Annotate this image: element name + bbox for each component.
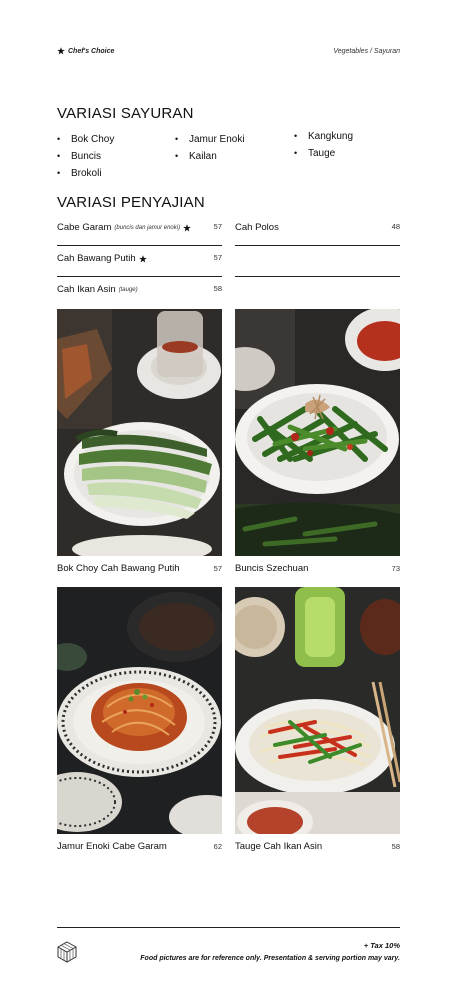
buncis-szechuan-photo [235, 309, 400, 556]
preparation-row: Cah Bawang Putih 57 [57, 246, 222, 277]
chefs-choice-label: Chef's Choice [57, 47, 114, 55]
menu-category: Vegetables / Sayuran [333, 48, 400, 55]
dish-name: Buncis Szechuan [235, 563, 309, 574]
preparation-row-empty [235, 246, 400, 277]
chefs-choice-text: Chef's Choice [68, 47, 115, 55]
list-item: Kangkung [294, 128, 353, 145]
list-item: Brokoli [57, 165, 114, 182]
jamur-enoki-photo [57, 587, 222, 834]
footer-divider [57, 927, 400, 928]
list-item: Buncis [57, 148, 114, 165]
preparations-section-title: VARIASI PENYAJIAN [57, 194, 205, 211]
bok-choy-photo [57, 309, 222, 556]
star-icon [57, 47, 65, 55]
dish-name: Jamur Enoki Cabe Garam [57, 841, 167, 852]
preparation-price: 57 [213, 222, 222, 231]
preparation-name: Cah Polos [235, 222, 279, 233]
dish-name: Tauge Cah Ikan Asin [235, 841, 323, 852]
dish-caption: Bok Choy Cah Bawang Putih 57 [57, 563, 222, 577]
dish-price: 57 [213, 564, 222, 573]
vegetable-list-column-1: Bok Choy Buncis Brokoli [57, 131, 114, 182]
list-item: Jamur Enoki [175, 131, 245, 148]
list-item: Kailan [175, 148, 245, 165]
star-icon [138, 254, 147, 263]
preparation-row: Cah Ikan Asin (tauge) 58 [57, 277, 222, 308]
preparation-name: Cabe Garam [57, 222, 112, 233]
preparation-row: Cabe Garam (buncis dan jamur enoki) 57 [57, 215, 222, 246]
dish-name: Bok Choy Cah Bawang Putih [57, 563, 180, 574]
dish-price: 58 [391, 842, 400, 851]
preparation-price: 48 [391, 222, 400, 231]
preparation-list-right: Cah Polos 48 [235, 215, 400, 277]
tauge-cah-ikan-asin-photo [235, 587, 400, 834]
dish-price: 73 [391, 564, 400, 573]
preparation-note: (buncis dan jamur enoki) [114, 224, 181, 231]
preparation-name: Cah Ikan Asin [57, 284, 116, 295]
disclaimer-note: Food pictures are for reference only. Pr… [140, 955, 400, 962]
dish-caption: Jamur Enoki Cabe Garam 62 [57, 841, 222, 855]
hexagon-cube-logo-icon [57, 941, 77, 963]
dish-caption: Tauge Cah Ikan Asin 58 [235, 841, 400, 855]
vegetable-list-column-2: Jamur Enoki Kailan [175, 131, 245, 165]
dish-price: 62 [213, 842, 222, 851]
preparation-price: 58 [213, 284, 222, 293]
preparation-note: (tauge) [118, 286, 138, 293]
preparation-row: Cah Polos 48 [235, 215, 400, 246]
dish-caption: Buncis Szechuan 73 [235, 563, 400, 577]
vegetable-list-column-3: Kangkung Tauge [294, 128, 353, 162]
vegetables-section-title: VARIASI SAYURAN [57, 105, 194, 122]
preparation-name: Cah Bawang Putih [57, 253, 136, 264]
tax-note: + Tax 10% [363, 941, 400, 950]
preparation-list-left: Cabe Garam (buncis dan jamur enoki) 57 C… [57, 215, 222, 308]
list-item: Bok Choy [57, 131, 114, 148]
list-item: Tauge [294, 145, 353, 162]
star-icon [183, 223, 191, 232]
preparation-price: 57 [213, 253, 222, 262]
